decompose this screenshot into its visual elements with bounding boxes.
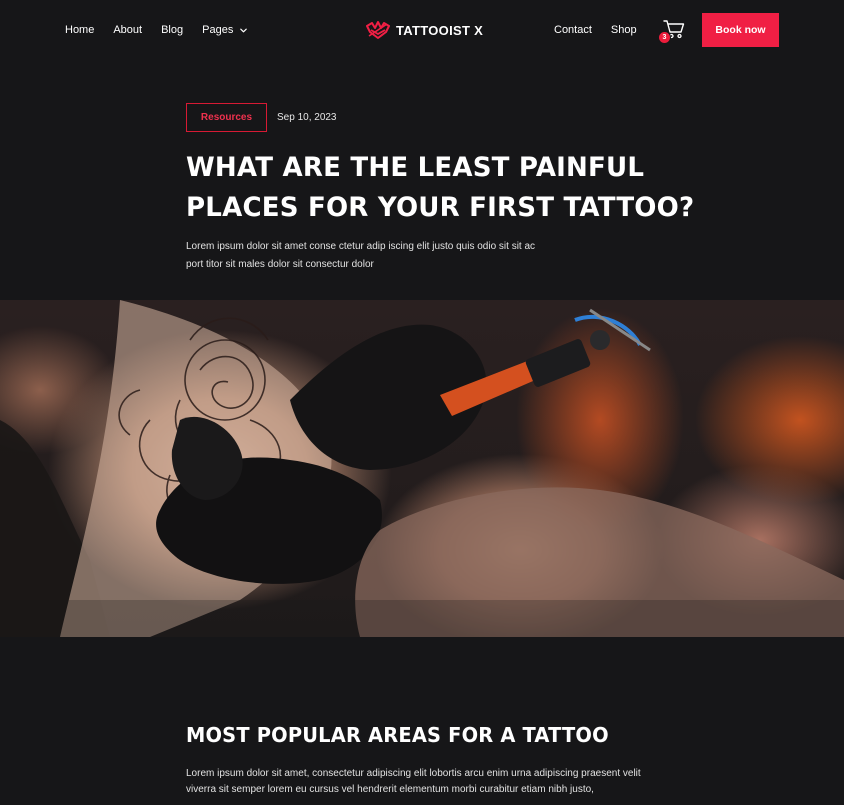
nav-pages-label: Pages [202,24,234,36]
brand-name: TATTOOIST X [396,22,484,38]
nav-left-links: Home About Blog Pages [65,24,248,36]
nav-pages-dropdown[interactable]: Pages [202,24,248,36]
nav-home-link[interactable]: Home [65,24,94,36]
nav-blog-link[interactable]: Blog [161,24,183,36]
book-now-button[interactable]: Book now [702,13,779,47]
cart-count-badge: 3 [658,31,671,44]
tattoo-photo-illustration [0,300,844,637]
nav-contact-link[interactable]: Contact [554,24,592,36]
logo-mark-icon [366,21,390,39]
cart-button[interactable]: 3 [658,18,686,44]
nav-right-links: Contact Shop [554,24,637,36]
top-navigation: Home About Blog Pages TATTOOIST X Contac… [0,0,844,62]
post-date: Sep 10, 2023 [277,112,337,123]
category-tag[interactable]: Resources [186,103,267,132]
nav-about-link[interactable]: About [113,24,142,36]
section-paragraph: Lorem ipsum dolor sit amet, consectetur … [186,768,641,795]
post-intro: Lorem ipsum dolor sit amet conse ctetur … [186,241,536,270]
post-meta: Resources Sep 10, 2023 [186,103,337,132]
brand-logo[interactable]: TATTOOIST X [366,20,483,40]
hero-image [0,300,844,637]
chevron-down-icon [240,28,248,32]
section-heading: MOST POPULAR AREAS FOR A TATTOO [186,723,609,747]
post-title: WHAT ARE THE LEAST PAINFUL PLACES FOR YO… [186,152,695,223]
nav-shop-link[interactable]: Shop [611,24,637,36]
